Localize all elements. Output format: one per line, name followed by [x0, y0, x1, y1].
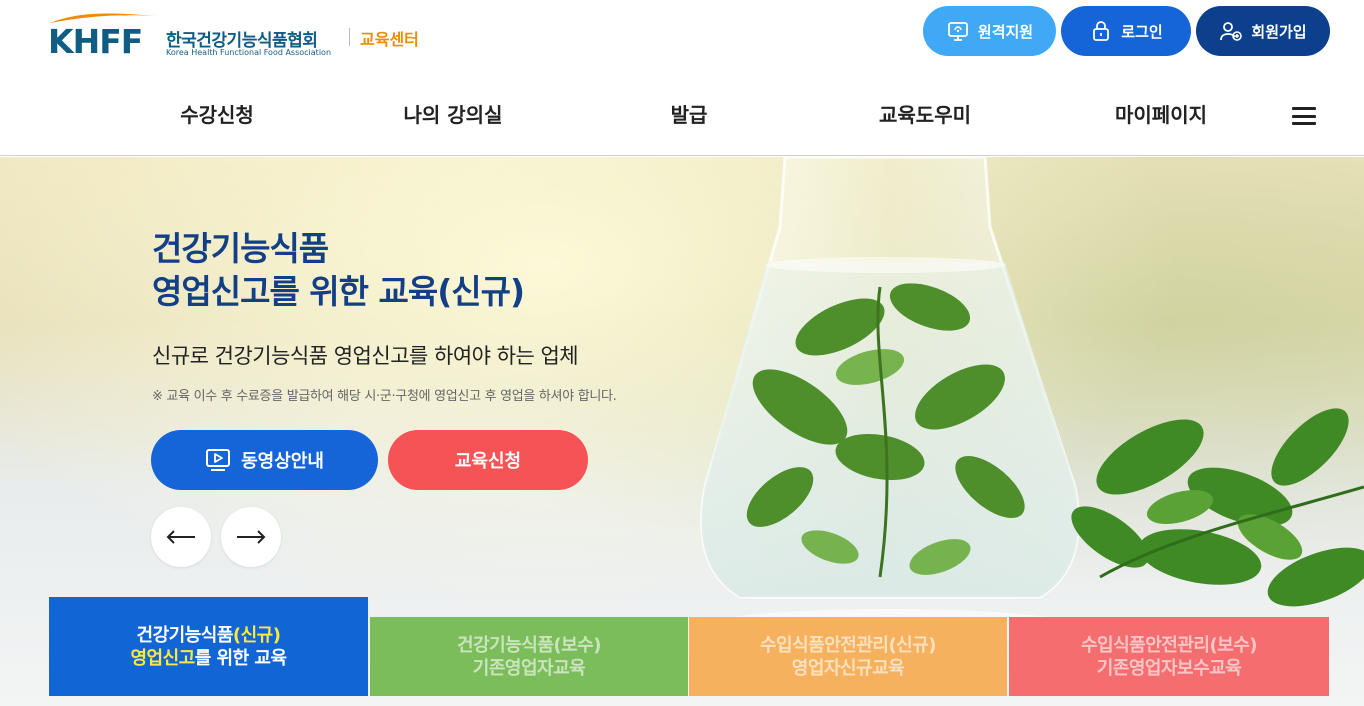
logo-mark: KHFF — [48, 22, 143, 61]
tab-3-line1: 수입식품안전관리(신규) — [759, 634, 937, 656]
nav-item-course-apply[interactable]: 수강신청 — [117, 92, 317, 138]
hero-title-line1: 건강기능식품 — [152, 229, 329, 268]
hero-subtitle: 신규로 건강기능식품 영업신고를 하여야 하는 업체 — [152, 344, 579, 368]
login-label: 로그인 — [1121, 22, 1163, 41]
tab-1-line2: 영업신고를 위한 교육 — [130, 647, 287, 670]
main-nav: 수강신청 나의 강의실 발급 교육도우미 마이페이지 — [0, 92, 1364, 138]
arrow-right-icon — [237, 530, 266, 544]
slide-prev-button[interactable] — [151, 507, 211, 567]
site-header: KHFF 한국건강기능식품협회 Korea Health Functional … — [0, 0, 1364, 156]
education-apply-button[interactable]: 교육신청 — [388, 430, 588, 490]
tab-1-line1: 건강기능식품(신규) — [137, 624, 281, 647]
video-play-icon — [206, 449, 231, 471]
video-guide-button[interactable]: 동영상안내 — [151, 430, 378, 490]
tab-1-line1-highlight: (신규) — [232, 624, 281, 646]
arrow-left-icon — [166, 530, 195, 544]
tab-import-safety-new[interactable]: 수입식품안전관리(신규) 영업자신규교육 — [689, 617, 1007, 696]
tab-1-line2-highlight: 영업신고 — [130, 647, 195, 669]
tab-health-food-new[interactable]: 건강기능식품(신규) 영업신고를 위한 교육 — [49, 597, 368, 696]
monitor-support-icon — [947, 22, 968, 41]
nav-item-my-page[interactable]: 마이페이지 — [1061, 92, 1261, 138]
hero-title-line2: 영업신고를 위한 교육(신규) — [152, 272, 525, 311]
tab-2-line1: 건강기능식품(보수) — [457, 634, 601, 656]
tab-3-line2: 영업자신규교육 — [791, 657, 905, 679]
tab-health-food-refresh[interactable]: 건강기능식품(보수) 기존영업자교육 — [370, 617, 688, 696]
tab-2-line2: 기존영업자교육 — [472, 657, 586, 679]
hero-note: ※ 교육 이수 후 수료증을 발급하여 해당 시·군·구청에 영업신고 후 영업… — [152, 389, 617, 404]
nav-item-education-help[interactable]: 교육도우미 — [825, 92, 1025, 138]
remote-support-button[interactable]: 원격지원 — [923, 6, 1056, 56]
slide-next-button[interactable] — [221, 507, 281, 567]
video-guide-label: 동영상안내 — [241, 451, 324, 472]
logo-divider — [349, 28, 350, 46]
hero-title: 건강기능식품 영업신고를 위한 교육(신규) — [152, 227, 525, 313]
join-label: 회원가입 — [1251, 22, 1307, 41]
tab-4-line1: 수입식품안전관리(보수) — [1080, 634, 1258, 656]
tab-1-line1-text: 건강기능식품 — [136, 624, 234, 646]
tab-import-safety-refresh[interactable]: 수입식품안전관리(보수) 기존영업자보수교육 — [1009, 617, 1329, 696]
nav-item-issuance[interactable]: 발급 — [589, 92, 789, 138]
logo-english-name: Korea Health Functional Food Association — [166, 48, 332, 57]
tab-4-line2: 기존영업자보수교육 — [1096, 657, 1242, 679]
remote-support-label: 원격지원 — [977, 22, 1034, 41]
menu-icon[interactable] — [1292, 107, 1316, 125]
tab-1-line2-text: 를 위한 교육 — [194, 647, 287, 669]
education-apply-label: 교육신청 — [454, 451, 522, 472]
login-button[interactable]: 로그인 — [1061, 6, 1191, 56]
join-button[interactable]: 회원가입 — [1196, 6, 1330, 56]
nav-item-my-classroom[interactable]: 나의 강의실 — [353, 92, 553, 138]
lock-icon — [1093, 21, 1110, 41]
logo-center-label: 교육센터 — [360, 30, 419, 49]
user-add-icon — [1220, 22, 1243, 41]
